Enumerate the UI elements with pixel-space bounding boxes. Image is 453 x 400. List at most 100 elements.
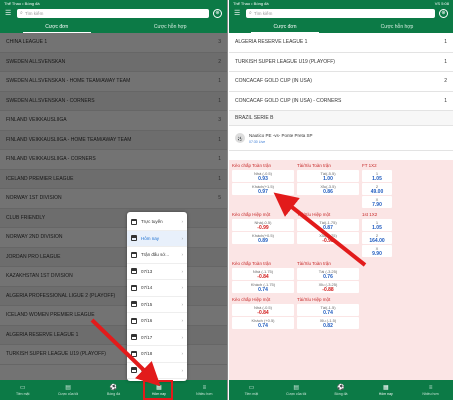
- dropdown-item-label: 07/18: [141, 351, 153, 357]
- odds-column-header: Kèo chấp Hiệp một: [232, 212, 271, 217]
- dropdown-item[interactable]: 07/14 ›: [127, 280, 187, 297]
- league-row[interactable]: TURKISH SUPER LEAGUE U19 (PLAYOFF): [0, 345, 227, 365]
- odds-cell[interactable]: Khách (+0.5) 0.74: [232, 317, 294, 329]
- odds-cell[interactable]: X 7.90: [362, 196, 392, 208]
- nav-item[interactable]: ≡ Nhiều hơn: [182, 380, 227, 400]
- odds-cell[interactable]: Tài (-3.25) 0.76: [297, 268, 359, 280]
- odds-column: Kèo chấp Hiệp một Nhà(-0.5) -0.99 Khách(+0.…: [232, 211, 294, 257]
- dropdown-item[interactable]: 07/19 ›: [127, 363, 187, 379]
- odds-cell[interactable]: Tài(-5.5) 1.00: [297, 170, 359, 182]
- globe-icon[interactable]: ⊕: [213, 8, 222, 18]
- league-row[interactable]: FINLAND VEIKKAUSLIIGA - HOME TEAM/AWAY T…: [0, 130, 227, 150]
- tab-parlay-bet[interactable]: Cược hỗn hợp: [114, 20, 228, 33]
- league-row[interactable]: ICELAND PREMIER LEAGUE 1: [0, 169, 227, 189]
- search-bar: ☰ ⌕ Tìm kiếm ⊕: [0, 6, 227, 20]
- bet-type-tabs: Cược đơn Cược hỗn hợp: [229, 20, 453, 33]
- league-count: 1: [218, 136, 221, 143]
- odds-cell[interactable]: Khách(+0.5) 0.89: [232, 232, 294, 244]
- league-name: CHINA LEAGUE 1: [6, 39, 48, 46]
- league-row[interactable]: FINLAND VEIKKAUSLIIGA 3: [0, 111, 227, 131]
- dropdown-item[interactable]: Trực tuyến ›: [127, 214, 187, 231]
- odds-area: Kèo chấp Toàn trận Nhà (-0.5) 0.93 Khách(+1…: [229, 160, 453, 380]
- league-row[interactable]: SWEDEN ALLSVENSKAN - HOME TEAM/AWAY TEAM…: [0, 72, 227, 92]
- dropdown-item[interactable]: 07/16 ›: [127, 313, 187, 330]
- chevron-right-icon: ›: [181, 334, 184, 340]
- nav-icon: ▤: [65, 384, 71, 391]
- nav-label: Tiền mặt: [15, 391, 30, 396]
- menu-icon[interactable]: ☰: [234, 9, 242, 17]
- odds-cell[interactable]: Nhà (-0.5) -0.84: [232, 304, 294, 316]
- odds-cell[interactable]: 2 49.00: [362, 183, 392, 195]
- league-row[interactable]: CLUB FRIENDLY: [0, 208, 227, 228]
- league-row[interactable]: CONCACAF GOLD CUP (IN USA) 2: [229, 72, 453, 92]
- calendar-icon: [131, 235, 137, 242]
- odds-cell[interactable]: Khách (-1.75) 0.74: [232, 281, 294, 293]
- nav-item[interactable]: ⚽ Bóng đá: [319, 380, 364, 400]
- odds-column: Tài/Xỉu Hiệp một Tài(-1.75) 0.87 Xỉu(-1.75)…: [297, 211, 359, 257]
- odds-value: -0.88: [322, 286, 334, 293]
- dropdown-item[interactable]: 07/13 ›: [127, 264, 187, 280]
- nav-icon: ⚽: [109, 384, 118, 391]
- league-row[interactable]: NORWAY 1ST DIVISION 5: [0, 189, 227, 209]
- league-row[interactable]: ALGERIA RESERVE LEAGUE 1: [0, 325, 227, 345]
- tab-single-bet[interactable]: Cược đơn: [229, 20, 341, 33]
- odds-value: 0.87: [323, 224, 333, 231]
- league-row[interactable]: NORWAY 2ND DIVISION: [0, 228, 227, 248]
- globe-icon[interactable]: ⊕: [439, 8, 448, 18]
- chevron-right-icon: ›: [181, 235, 184, 241]
- league-row[interactable]: ALGERIA RESERVE LEAGUE 1 1: [229, 33, 453, 53]
- league-header-brazil[interactable]: BRAZIL SERIE B: [229, 111, 453, 126]
- odds-cell[interactable]: Nhà (-0.5) 0.93: [232, 170, 294, 182]
- dropdown-item[interactable]: Trận đấu sớ... ›: [127, 247, 187, 264]
- league-row[interactable]: TURKISH SUPER LEAGUE U19 (PLAYOFF) 1: [229, 52, 453, 72]
- odds-column-header: Tài/Xỉu Hiệp một: [297, 212, 331, 217]
- odds-cell[interactable]: Xỉu(-3.5) 0.86: [297, 183, 359, 195]
- calendar-icon: [131, 251, 137, 258]
- odds-cell[interactable]: Nhà(-0.5) -0.99: [232, 219, 294, 231]
- odds-cell[interactable]: Xỉu (-3.25) -0.88: [297, 281, 359, 293]
- dropdown-item[interactable]: 07/18 ›: [127, 346, 187, 363]
- odds-cell[interactable]: Xỉu (-1.5) 0.82: [297, 317, 359, 329]
- dropdown-item[interactable]: 07/15 ›: [127, 297, 187, 313]
- menu-icon[interactable]: ☰: [5, 9, 13, 17]
- league-row[interactable]: SWEDEN ALLSVENSKAN 2: [0, 52, 227, 72]
- league-row[interactable]: JORDAN PRO LEAGUE: [0, 247, 227, 267]
- odds-column-header: Tài/Xỉu Toàn trận: [297, 261, 331, 266]
- odds-cell[interactable]: 2 164.00: [362, 232, 392, 244]
- league-name: CONCACAF GOLD CUP (IN USA) - CORNERS: [235, 97, 342, 104]
- league-row[interactable]: SWEDEN ALLSVENSKAN - CORNERS 1: [0, 91, 227, 111]
- odds-cell[interactable]: X 9.90: [362, 245, 392, 257]
- nav-item[interactable]: ▤ Cược của tôi: [45, 380, 90, 400]
- league-row[interactable]: ALGERIA PROFESSIONAL LIGUE 2 (PLAYOFF): [0, 286, 227, 306]
- search-input[interactable]: ⌕ Tìm kiếm: [17, 8, 209, 18]
- dropdown-item[interactable]: Hôm nay ›: [127, 230, 187, 247]
- league-row[interactable]: KAZAKHSTAN 1ST DIVISION: [0, 267, 227, 287]
- odds-cell[interactable]: Tài(-1.75) 0.87: [297, 219, 359, 231]
- league-count: 1: [444, 97, 447, 104]
- nav-item[interactable]: ≡ Nhiều hơn: [408, 380, 453, 400]
- league-row[interactable]: ICELAND WOMEN PREMIER LEAGUE: [0, 306, 227, 326]
- odds-cell[interactable]: 1 1.05: [362, 219, 392, 231]
- odds-cell[interactable]: 1 1.05: [362, 170, 392, 182]
- search-input[interactable]: ⌕ Tìm kiếm: [246, 8, 435, 18]
- tab-single-bet[interactable]: Cược đơn: [0, 20, 114, 33]
- odds-value: 0.93: [258, 175, 268, 182]
- nav-item[interactable]: ▭ Tiền mặt: [0, 380, 45, 400]
- nav-item[interactable]: ▦ Hôm nay: [363, 380, 408, 400]
- nav-item[interactable]: ⚽ Bóng đá: [91, 380, 136, 400]
- league-row[interactable]: CHINA LEAGUE 1 3: [0, 33, 227, 53]
- nav-item[interactable]: ▭ Tiền mặt: [229, 380, 274, 400]
- odds-value: 1.05: [372, 175, 382, 182]
- calendar-icon: [131, 317, 137, 324]
- match-row[interactable]: ⚽ Nautico PE -vs- Ponte Preta SP 07:30 L…: [229, 126, 453, 151]
- league-row[interactable]: CONCACAF GOLD CUP (IN USA) - CORNERS 1: [229, 91, 453, 111]
- dropdown-item[interactable]: 07/17 ›: [127, 330, 187, 346]
- odds-cell[interactable]: Nhà (-1.75) -0.84: [232, 268, 294, 280]
- tab-parlay-bet[interactable]: Cược hỗn hợp: [341, 20, 453, 33]
- odds-cell[interactable]: Tài(-1.5) 0.74: [297, 304, 359, 316]
- nav-item[interactable]: ▤ Cược của tôi: [274, 380, 319, 400]
- odds-cell[interactable]: Xỉu(-1.75) -0.93: [297, 232, 359, 244]
- search-icon: ⌕: [249, 10, 252, 16]
- league-row[interactable]: FINLAND VEIKKAUSLIIGA - CORNERS 1: [0, 150, 227, 170]
- odds-cell[interactable]: Khách(+1.5) 0.97: [232, 183, 294, 195]
